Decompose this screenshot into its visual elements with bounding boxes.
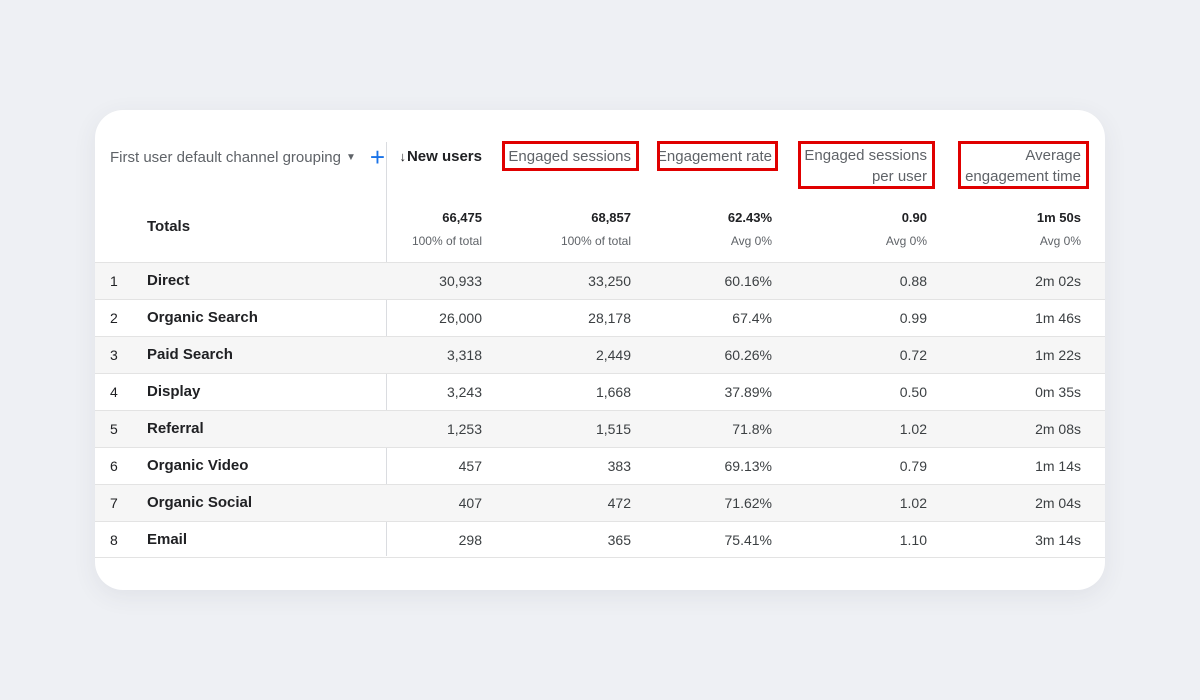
table-row[interactable]: 7 Organic Social 407 472 71.62% 1.02 2m … (95, 484, 1105, 521)
row-engagement-rate: 71.62% (724, 495, 772, 511)
row-engaged-sessions: 365 (607, 532, 631, 548)
total-engagement-rate-sub: Avg 0% (730, 234, 772, 248)
table-row[interactable]: 6 Organic Video 457 383 69.13% 0.79 1m 1… (95, 447, 1105, 484)
report-table-card: First user default channel grouping ▼ + … (95, 110, 1105, 590)
row-new-users: 26,000 (439, 310, 482, 326)
row-channel-name[interactable]: Organic Video (147, 457, 248, 474)
row-sessions-per-user: 1.02 (899, 495, 927, 511)
dimension-label[interactable]: First user default channel grouping (110, 149, 341, 166)
total-engaged-sessions: 68,857 (591, 210, 631, 225)
row-engaged-sessions: 1,668 (595, 384, 631, 400)
row-sessions-per-user: 0.79 (899, 458, 927, 474)
row-channel-name[interactable]: Referral (147, 420, 204, 437)
row-new-users: 457 (458, 458, 482, 474)
highlight-box-engaged-sessions-per-user (798, 141, 935, 189)
row-avg-engagement-time: 1m 46s (1035, 310, 1081, 326)
row-sessions-per-user: 1.10 (899, 532, 927, 548)
row-engaged-sessions: 472 (607, 495, 631, 511)
row-new-users: 407 (458, 495, 482, 511)
highlight-box-engagement-rate (657, 141, 778, 171)
row-engagement-rate: 67.4% (732, 310, 772, 326)
row-engagement-rate: 60.16% (724, 273, 772, 289)
row-sessions-per-user: 0.72 (899, 347, 927, 363)
column-header-new-users[interactable]: ↓New users (399, 146, 482, 167)
dropdown-caret-icon[interactable]: ▼ (346, 152, 356, 163)
table-row[interactable]: 2 Organic Search 26,000 28,178 67.4% 0.9… (95, 299, 1105, 336)
row-engagement-rate: 69.13% (724, 458, 772, 474)
row-index: 5 (110, 421, 118, 437)
row-engaged-sessions: 383 (607, 458, 631, 474)
total-engaged-sessions-sub: 100% of total (560, 234, 631, 248)
row-channel-name[interactable]: Paid Search (147, 346, 233, 363)
row-channel-name[interactable]: Organic Search (147, 309, 258, 326)
highlight-box-engaged-sessions (502, 141, 639, 171)
total-new-users: 66,475 (442, 210, 482, 225)
table-row[interactable]: 5 Referral 1,253 1,515 71.8% 1.02 2m 08s (95, 410, 1105, 447)
row-channel-name[interactable]: Display (147, 383, 200, 400)
totals-label: Totals (147, 218, 191, 235)
row-engaged-sessions: 28,178 (588, 310, 631, 326)
row-index: 6 (110, 458, 118, 474)
row-index: 7 (110, 495, 118, 511)
row-channel-name[interactable]: Direct (147, 272, 190, 289)
row-index: 1 (110, 273, 118, 289)
row-avg-engagement-time: 2m 08s (1035, 421, 1081, 437)
total-avg-engagement-time: 1m 50s (1036, 210, 1081, 225)
table-row[interactable]: 8 Email 298 365 75.41% 1.10 3m 14s (95, 521, 1105, 558)
row-sessions-per-user: 0.50 (899, 384, 927, 400)
table-row[interactable]: 3 Paid Search 3,318 2,449 60.26% 0.72 1m… (95, 336, 1105, 373)
row-engagement-rate: 60.26% (724, 347, 772, 363)
highlight-box-average-engagement-time (958, 141, 1089, 189)
row-engagement-rate: 71.8% (732, 421, 772, 437)
table-row[interactable]: 4 Display 3,243 1,668 37.89% 0.50 0m 35s (95, 373, 1105, 410)
row-new-users: 3,243 (446, 384, 482, 400)
row-avg-engagement-time: 2m 02s (1035, 273, 1081, 289)
sort-descending-arrow-icon: ↓ (399, 149, 406, 164)
row-sessions-per-user: 0.88 (899, 273, 927, 289)
row-engaged-sessions: 33,250 (588, 273, 631, 289)
row-sessions-per-user: 0.99 (899, 310, 927, 326)
row-index: 4 (110, 384, 118, 400)
row-channel-name[interactable]: Organic Social (147, 494, 252, 511)
row-new-users: 1,253 (446, 421, 482, 437)
dimension-selector[interactable]: First user default channel grouping ▼ + (110, 144, 385, 170)
total-avg-engagement-time-sub: Avg 0% (1039, 234, 1081, 248)
row-channel-name[interactable]: Email (147, 531, 187, 548)
row-avg-engagement-time: 1m 14s (1035, 458, 1081, 474)
row-new-users: 3,318 (446, 347, 482, 363)
row-new-users: 298 (458, 532, 482, 548)
row-engagement-rate: 37.89% (724, 384, 772, 400)
row-sessions-per-user: 1.02 (899, 421, 927, 437)
table-row[interactable]: 1 Direct 30,933 33,250 60.16% 0.88 2m 02… (95, 262, 1105, 299)
row-avg-engagement-time: 0m 35s (1035, 384, 1081, 400)
row-avg-engagement-time: 1m 22s (1035, 347, 1081, 363)
row-index: 2 (110, 310, 118, 326)
row-avg-engagement-time: 3m 14s (1035, 532, 1081, 548)
row-index: 3 (110, 347, 118, 363)
total-sessions-per-user: 0.90 (901, 210, 927, 225)
total-new-users-sub: 100% of total (411, 234, 482, 248)
row-index: 8 (110, 532, 118, 548)
row-engaged-sessions: 1,515 (595, 421, 631, 437)
row-engaged-sessions: 2,449 (595, 347, 631, 363)
plus-icon[interactable]: + (370, 144, 385, 170)
total-engagement-rate: 62.43% (727, 210, 772, 225)
total-sessions-per-user-sub: Avg 0% (885, 234, 927, 248)
row-new-users: 30,933 (439, 273, 482, 289)
row-engagement-rate: 75.41% (724, 532, 772, 548)
row-avg-engagement-time: 2m 04s (1035, 495, 1081, 511)
